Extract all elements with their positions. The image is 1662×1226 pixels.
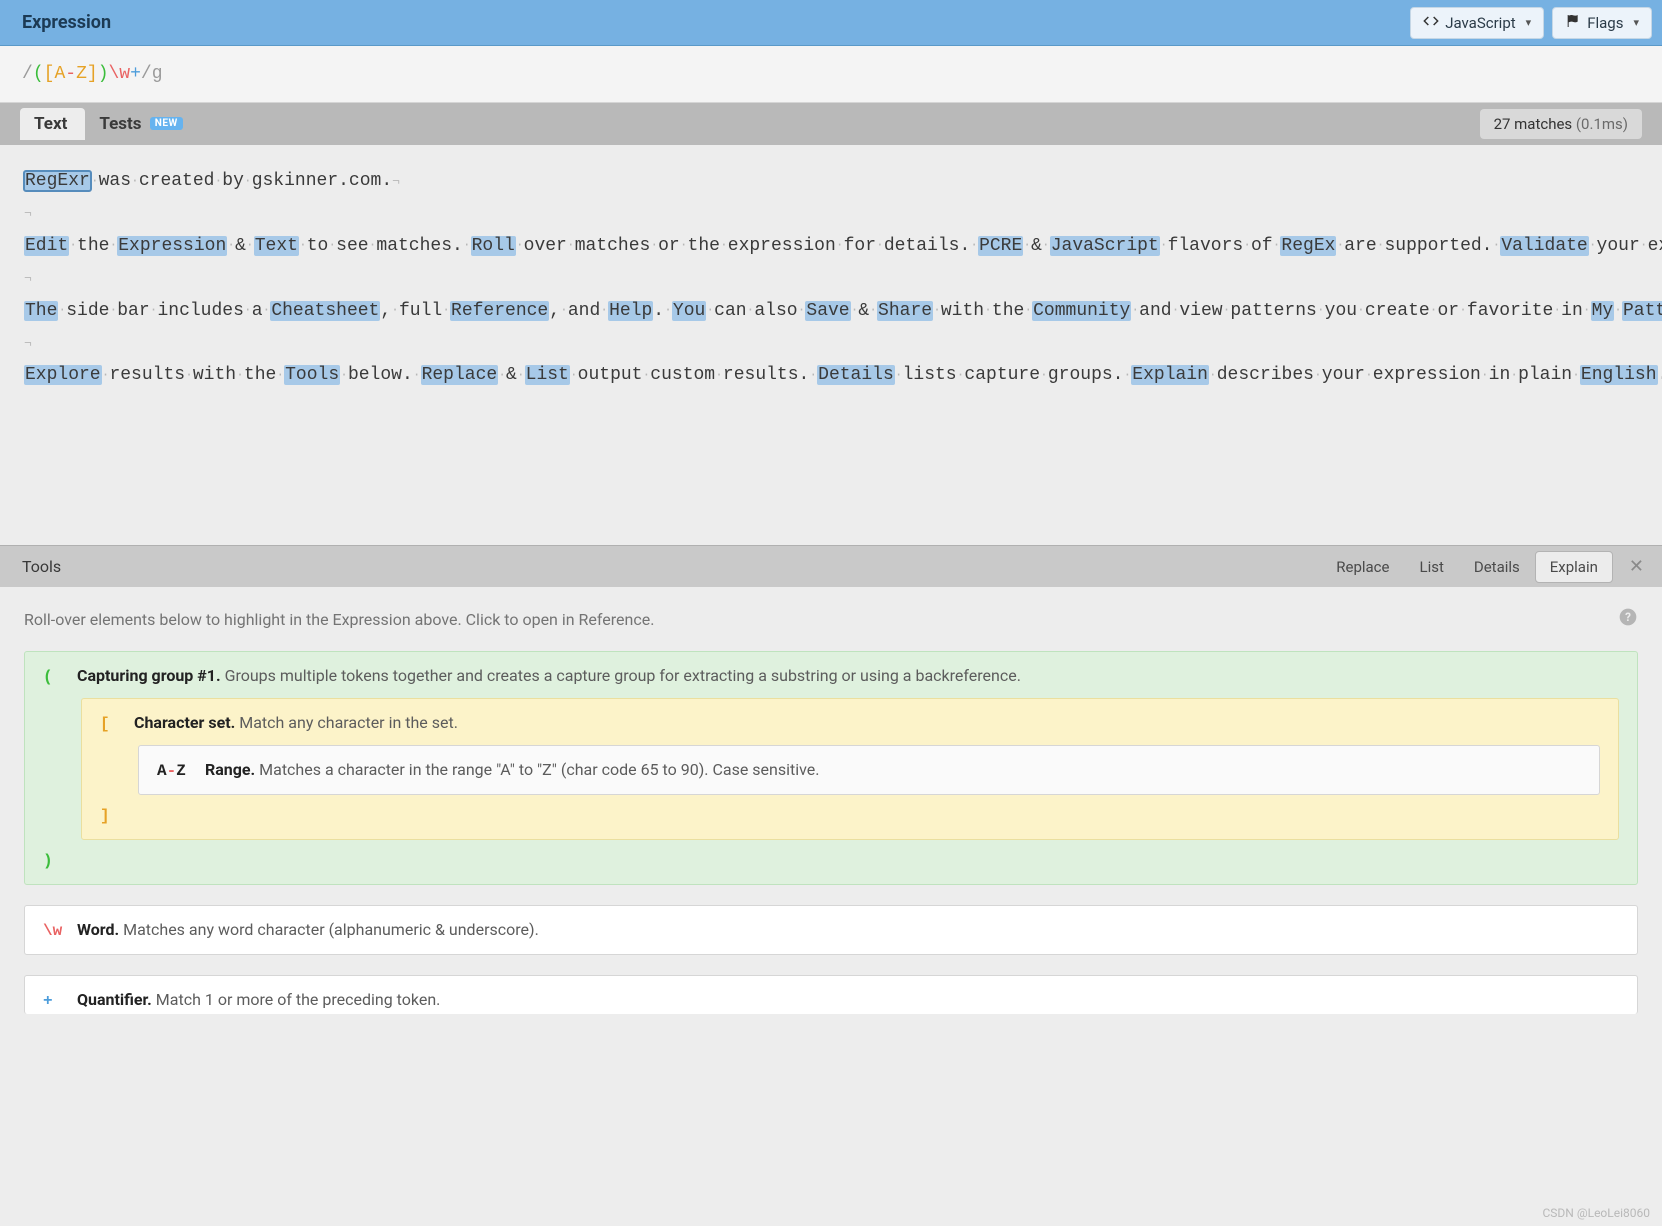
tab-tests[interactable]: Tests NEW — [85, 108, 200, 140]
match-highlight[interactable]: My — [1591, 301, 1615, 321]
match-highlight[interactable]: List — [525, 365, 570, 385]
explain-group[interactable]: ( Capturing group #1. Groups multiple to… — [24, 651, 1638, 885]
explain-quant-desc: Match 1 or more of the preceding token. — [156, 990, 441, 1009]
regex-group-open: ( — [33, 64, 44, 84]
code-icon — [1423, 13, 1439, 33]
match-highlight[interactable]: Details — [817, 365, 895, 385]
regex-close-delim: / — [141, 64, 152, 84]
regex-range-to: Z — [76, 64, 87, 84]
text-editor[interactable]: RegExrwascreatedbygskinner.com.EdittheEx… — [0, 145, 1662, 545]
match-highlight[interactable]: Tools — [284, 365, 340, 385]
explain-word-sym: \w — [43, 922, 73, 940]
explain-group-label: Capturing group #1. — [77, 666, 221, 685]
match-highlight[interactable]: Help — [608, 301, 653, 321]
text-tabs-bar: Text Tests NEW 27 matches (0.1ms) — [0, 103, 1662, 145]
explain-word-label: Word. — [77, 920, 119, 939]
language-label: JavaScript — [1445, 14, 1515, 32]
match-highlight[interactable]: JavaScript — [1050, 236, 1160, 256]
tools-tab-details[interactable]: Details — [1459, 551, 1535, 583]
tools-title: Tools — [22, 557, 61, 576]
regex-escape-w: \w — [109, 64, 131, 84]
tools-hint: Roll-over elements below to highlight in… — [24, 607, 1638, 631]
explain-word[interactable]: \w Word. Matches any word character (alp… — [24, 905, 1638, 955]
match-highlight[interactable]: English — [1580, 365, 1658, 385]
match-highlight[interactable]: Explore — [24, 365, 102, 385]
match-highlight[interactable]: Reference — [450, 301, 549, 321]
explain-charset-close-sym: ] — [100, 807, 130, 825]
regex-range-dash: - — [65, 64, 76, 84]
match-highlight[interactable]: Replace — [421, 365, 499, 385]
match-highlight[interactable]: Save — [805, 301, 850, 321]
header-buttons: JavaScript Flags — [1410, 7, 1652, 39]
regex-set-close: ] — [87, 64, 98, 84]
tools-hint-text: Roll-over elements below to highlight in… — [24, 610, 654, 629]
tools-body: Roll-over elements below to highlight in… — [0, 587, 1662, 1026]
tab-tests-badge: NEW — [150, 117, 183, 130]
tab-text[interactable]: Text — [20, 108, 85, 140]
expression-input[interactable]: /([A-Z])\w+/g — [0, 46, 1662, 103]
explain-word-desc: Matches any word character (alphanumeric… — [123, 920, 539, 939]
match-highlight[interactable]: RegEx — [1280, 236, 1336, 256]
explain-charset-desc: Match any character in the set. — [239, 713, 458, 732]
explain-charset[interactable]: [ Character set. Match any character in … — [81, 698, 1619, 840]
explain-charset-open-sym: [ — [100, 715, 130, 733]
tools-header: Tools Replace List Details Explain ✕ — [0, 545, 1662, 587]
expression-header-title: Expression — [22, 12, 111, 33]
matches-count: 27 matches — [1494, 115, 1573, 133]
matches-time: (0.1ms) — [1576, 115, 1628, 133]
regex-set-open: [ — [44, 64, 55, 84]
match-highlight[interactable]: RegExr — [24, 171, 91, 191]
language-dropdown[interactable]: JavaScript — [1410, 7, 1544, 39]
svg-text:?: ? — [1625, 610, 1631, 624]
flag-icon — [1565, 13, 1581, 33]
match-highlight[interactable]: Cheatsheet — [270, 301, 380, 321]
tools-tabs: Replace List Details Explain — [1321, 551, 1613, 583]
regex-flags: g — [152, 64, 163, 84]
flags-dropdown[interactable]: Flags — [1552, 7, 1652, 39]
explain-charset-label: Character set. — [134, 713, 235, 732]
match-highlight[interactable]: You — [672, 301, 706, 321]
match-highlight[interactable]: Patterns — [1622, 301, 1662, 321]
explain-quant-label: Quantifier. — [77, 990, 152, 1009]
help-icon[interactable]: ? — [1618, 607, 1638, 631]
explain-group-open-sym: ( — [43, 668, 73, 686]
explain-group-close-sym: ) — [43, 852, 73, 870]
regex-group-close: ) — [98, 64, 109, 84]
tab-tests-label: Tests — [99, 114, 141, 134]
regex-range-from: A — [54, 64, 65, 84]
tools-tab-explain[interactable]: Explain — [1535, 551, 1613, 583]
explain-range-label: Range. — [205, 760, 255, 779]
regex-quant-plus: + — [130, 64, 141, 84]
matches-info: 27 matches (0.1ms) — [1480, 109, 1642, 139]
regex-open-delim: / — [22, 64, 33, 84]
explain-quant-sym: + — [43, 992, 73, 1010]
tools-tab-list[interactable]: List — [1404, 551, 1458, 583]
match-highlight[interactable]: The — [24, 301, 58, 321]
match-highlight[interactable]: Share — [877, 301, 933, 321]
match-highlight[interactable]: Explain — [1131, 365, 1209, 385]
match-highlight[interactable]: Community — [1032, 301, 1131, 321]
explain-range-desc: Matches a character in the range "A" to … — [259, 760, 819, 779]
explain-group-desc: Groups multiple tokens together and crea… — [225, 666, 1021, 685]
explain-quant[interactable]: + Quantifier. Match 1 or more of the pre… — [24, 975, 1638, 1014]
match-highlight[interactable]: Text — [254, 236, 299, 256]
match-highlight[interactable]: PCRE — [978, 236, 1023, 256]
explain-range[interactable]: A-Z Range. Matches a character in the ra… — [138, 745, 1600, 795]
expression-header: Expression JavaScript Flags — [0, 0, 1662, 46]
watermark: CSDN @LeoLei8060 — [1542, 1206, 1650, 1220]
match-highlight[interactable]: Roll — [471, 236, 516, 256]
match-highlight[interactable]: Validate — [1500, 236, 1588, 256]
flags-label: Flags — [1587, 14, 1623, 32]
close-icon: ✕ — [1629, 556, 1644, 577]
tools-close-button[interactable]: ✕ — [1623, 552, 1650, 581]
match-highlight[interactable]: Edit — [24, 236, 69, 256]
explain-range-sym: A-Z — [157, 762, 201, 780]
tools-tab-replace[interactable]: Replace — [1321, 551, 1404, 583]
match-highlight[interactable]: Expression — [117, 236, 227, 256]
